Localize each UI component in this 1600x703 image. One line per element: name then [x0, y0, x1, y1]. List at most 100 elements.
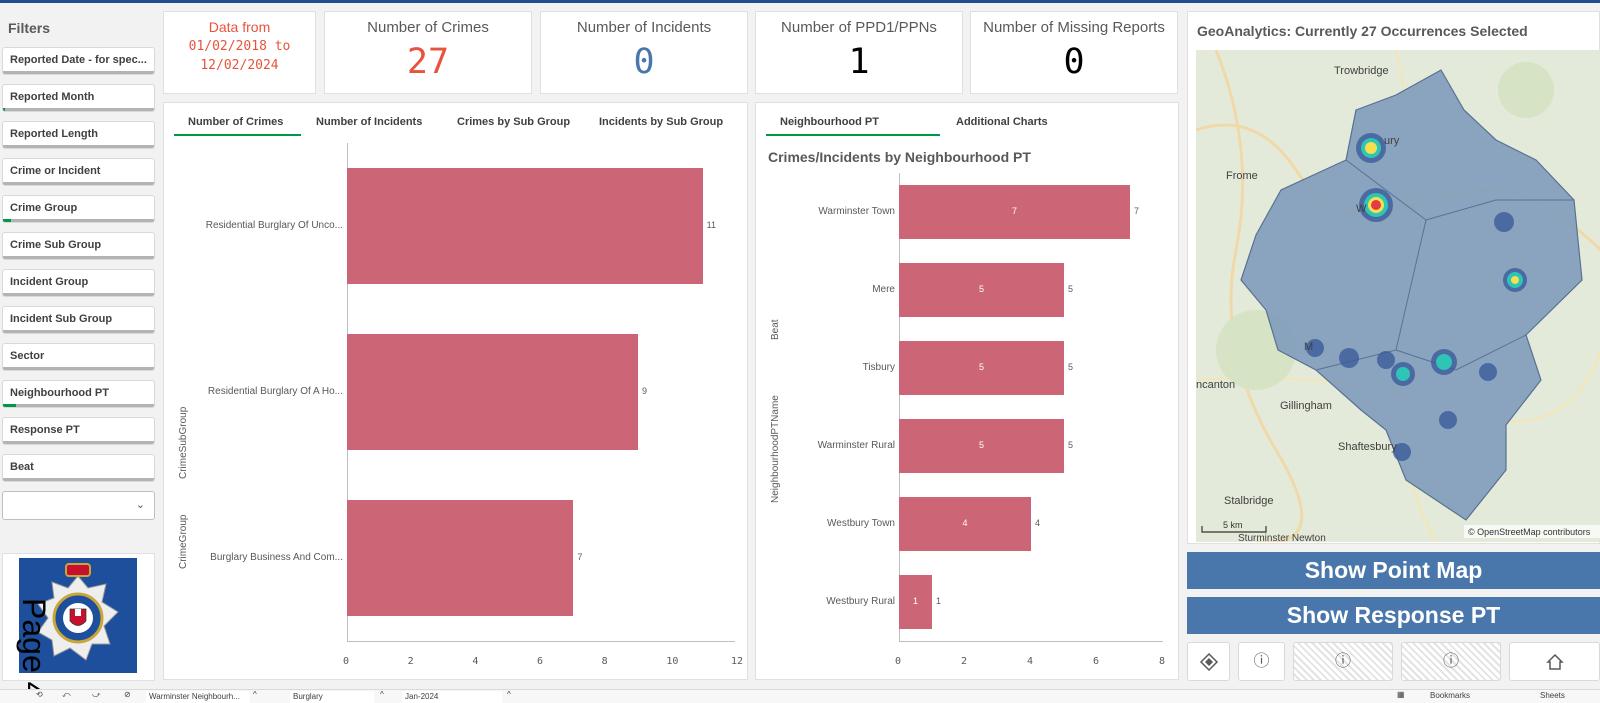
sheets-menu[interactable]: Sheets: [1540, 691, 1565, 700]
tab-neighbourhood-pt[interactable]: Neighbourhood PT: [780, 116, 879, 128]
info-button-2[interactable]: ⓘ: [1293, 642, 1393, 681]
filter-selection-bar: [3, 441, 154, 444]
chart-tick-label: 2: [407, 656, 414, 667]
chart-category-label: Warminster Rural: [817, 440, 895, 451]
show-point-map-button[interactable]: Show Point Map: [1187, 552, 1600, 589]
filter-6[interactable]: Incident Group: [2, 269, 155, 297]
info-icon: ⓘ: [1334, 653, 1351, 670]
chart-axis-line: [899, 641, 1163, 642]
chart-tick-label: 0: [895, 656, 902, 667]
axis-title-neighbourhoodptname: NeighbourhoodPTName: [770, 395, 781, 503]
date-line-1: Data from: [208, 19, 271, 35]
filters-title: Filters: [8, 20, 51, 36]
map-label-westbury: ury: [1384, 135, 1400, 147]
filter-selection-bar: [3, 256, 154, 259]
geoanalytics-panel: GeoAnalytics: Currently 27 Occurrences S…: [1187, 11, 1600, 544]
show-response-pt-button[interactable]: Show Response PT: [1187, 597, 1600, 634]
info-button-3[interactable]: ⓘ: [1401, 642, 1501, 681]
kpi-ppd: Number of PPD1/PPNs 1: [755, 11, 963, 94]
date-line-2: 01/02/2018 to: [188, 39, 291, 54]
chart-tick-label: 4: [472, 656, 479, 667]
selection-chip-month[interactable]: Jan-2024: [402, 691, 502, 703]
tab-additional-charts[interactable]: Additional Charts: [956, 116, 1048, 128]
selections-bar: ⟲ ⤺ ⤻ ⊘ Warminster Neighbourh... ^ Burgl…: [0, 689, 1600, 703]
map-label-warminster: W: [1356, 203, 1367, 215]
filter-8[interactable]: Sector: [2, 343, 155, 371]
filter-selection-bar: [3, 182, 154, 185]
map-scale: 5 km: [1223, 520, 1243, 530]
filter-11[interactable]: Beat: [2, 454, 155, 482]
tab-number-of-crimes[interactable]: Number of Crimes: [188, 116, 283, 128]
selection-tool-icon[interactable]: ⟲: [36, 690, 43, 699]
filter-label: Reported Month: [10, 91, 95, 103]
filter-10[interactable]: Response PT: [2, 417, 155, 445]
tab-crimes-by-sub-group[interactable]: Crimes by Sub Group: [457, 116, 570, 128]
home-button[interactable]: [1509, 642, 1600, 681]
kpi-crimes-label: Number of Crimes: [367, 19, 489, 36]
chart-data-label: 11: [706, 220, 716, 230]
chart-inner-label: 1: [912, 596, 918, 606]
chart-data-label: 7: [577, 552, 583, 562]
kpi-incidents-value: 0: [633, 42, 655, 82]
selection-chip-neighbourhood[interactable]: Warminster Neighbourh...: [146, 691, 250, 703]
chart-tick-label: 8: [601, 656, 608, 667]
neighbourhood-chart-panel: Neighbourhood PT Additional Charts Crime…: [755, 102, 1179, 680]
filter-9[interactable]: Neighbourhood PT: [2, 380, 155, 408]
chart-axis-line: [899, 173, 900, 641]
chart-data-label: 7: [1134, 206, 1140, 216]
chevron-up-icon[interactable]: ^: [253, 690, 257, 699]
selection-chip-burglary[interactable]: Burglary: [290, 691, 374, 703]
kpi-crimes-value: 27: [406, 42, 450, 82]
chevron-down-icon: ⌄: [135, 499, 145, 511]
filter-label: Crime or Incident: [10, 165, 101, 177]
filter-label: Crime Group: [10, 202, 78, 214]
filter-label: Reported Length: [10, 128, 98, 140]
chart-bar[interactable]: [347, 167, 703, 285]
step-forward-icon[interactable]: ⤻: [92, 690, 101, 700]
map-attribution[interactable]: © OpenStreetMap contributors: [1468, 527, 1591, 537]
chart-tick-label: 6: [537, 656, 544, 667]
empty-dropdown[interactable]: ⌄: [2, 491, 155, 520]
filter-7[interactable]: Incident Sub Group: [2, 306, 155, 334]
chart-category-label: Mere: [872, 284, 895, 295]
chevron-up-icon[interactable]: ^: [380, 690, 384, 699]
tab-number-of-incidents[interactable]: Number of Incidents: [316, 116, 422, 128]
grid-icon[interactable]: ▦: [1397, 690, 1405, 699]
filter-selection-bar: [3, 219, 154, 222]
chart-tick-label: 12: [731, 656, 744, 667]
chart-category-label: Burglary Business And Com...: [210, 552, 343, 563]
map-label-shaftesbury: Shaftesbury: [1338, 441, 1397, 453]
chart-data-label: 5: [1068, 284, 1074, 294]
filter-5[interactable]: Crime Sub Group: [2, 232, 155, 260]
filter-2[interactable]: Reported Length: [2, 121, 155, 149]
filter-label: Neighbourhood PT: [10, 387, 109, 399]
filter-0[interactable]: Reported Date - for spec...: [2, 47, 155, 75]
crimes-chart-panel: Number of Crimes Number of Incidents Cri…: [163, 102, 748, 680]
filter-label: Beat: [10, 461, 34, 473]
filter-3[interactable]: Crime or Incident: [2, 158, 155, 186]
chart-category-label: Westbury Town: [827, 518, 895, 529]
filter-1[interactable]: Reported Month: [2, 84, 155, 112]
map-canvas[interactable]: Trowbridge ury Frome W M ncanton Gilling…: [1196, 50, 1600, 542]
filter-selection-bar: [3, 145, 154, 148]
chart-axis-line: [347, 641, 735, 642]
filter-4[interactable]: Crime Group: [2, 195, 155, 223]
top-accent-bar: [0, 0, 1600, 3]
layers-button[interactable]: [1187, 642, 1230, 681]
map-label-sturminster: Sturminster Newton: [1238, 533, 1326, 542]
filter-label: Incident Sub Group: [10, 313, 113, 325]
info-icon: ⓘ: [1442, 653, 1459, 670]
step-back-icon[interactable]: ⤺: [62, 690, 71, 700]
chart-category-label: Warminster Town: [818, 206, 895, 217]
clear-selections-icon[interactable]: ⊘: [124, 690, 131, 699]
chart-inner-label: 5: [978, 284, 984, 294]
tab-incidents-by-sub-group[interactable]: Incidents by Sub Group: [599, 116, 723, 128]
chart-bar[interactable]: [347, 333, 638, 451]
chart-bar[interactable]: [347, 499, 574, 617]
info-button-1[interactable]: ⓘ: [1238, 642, 1285, 681]
bookmarks-menu[interactable]: Bookmarks: [1430, 691, 1470, 700]
chevron-up-icon[interactable]: ^: [507, 690, 511, 699]
info-icon: ⓘ: [1253, 653, 1270, 670]
map-label-mere: M: [1304, 341, 1313, 353]
filter-selection-bar: [3, 404, 154, 407]
